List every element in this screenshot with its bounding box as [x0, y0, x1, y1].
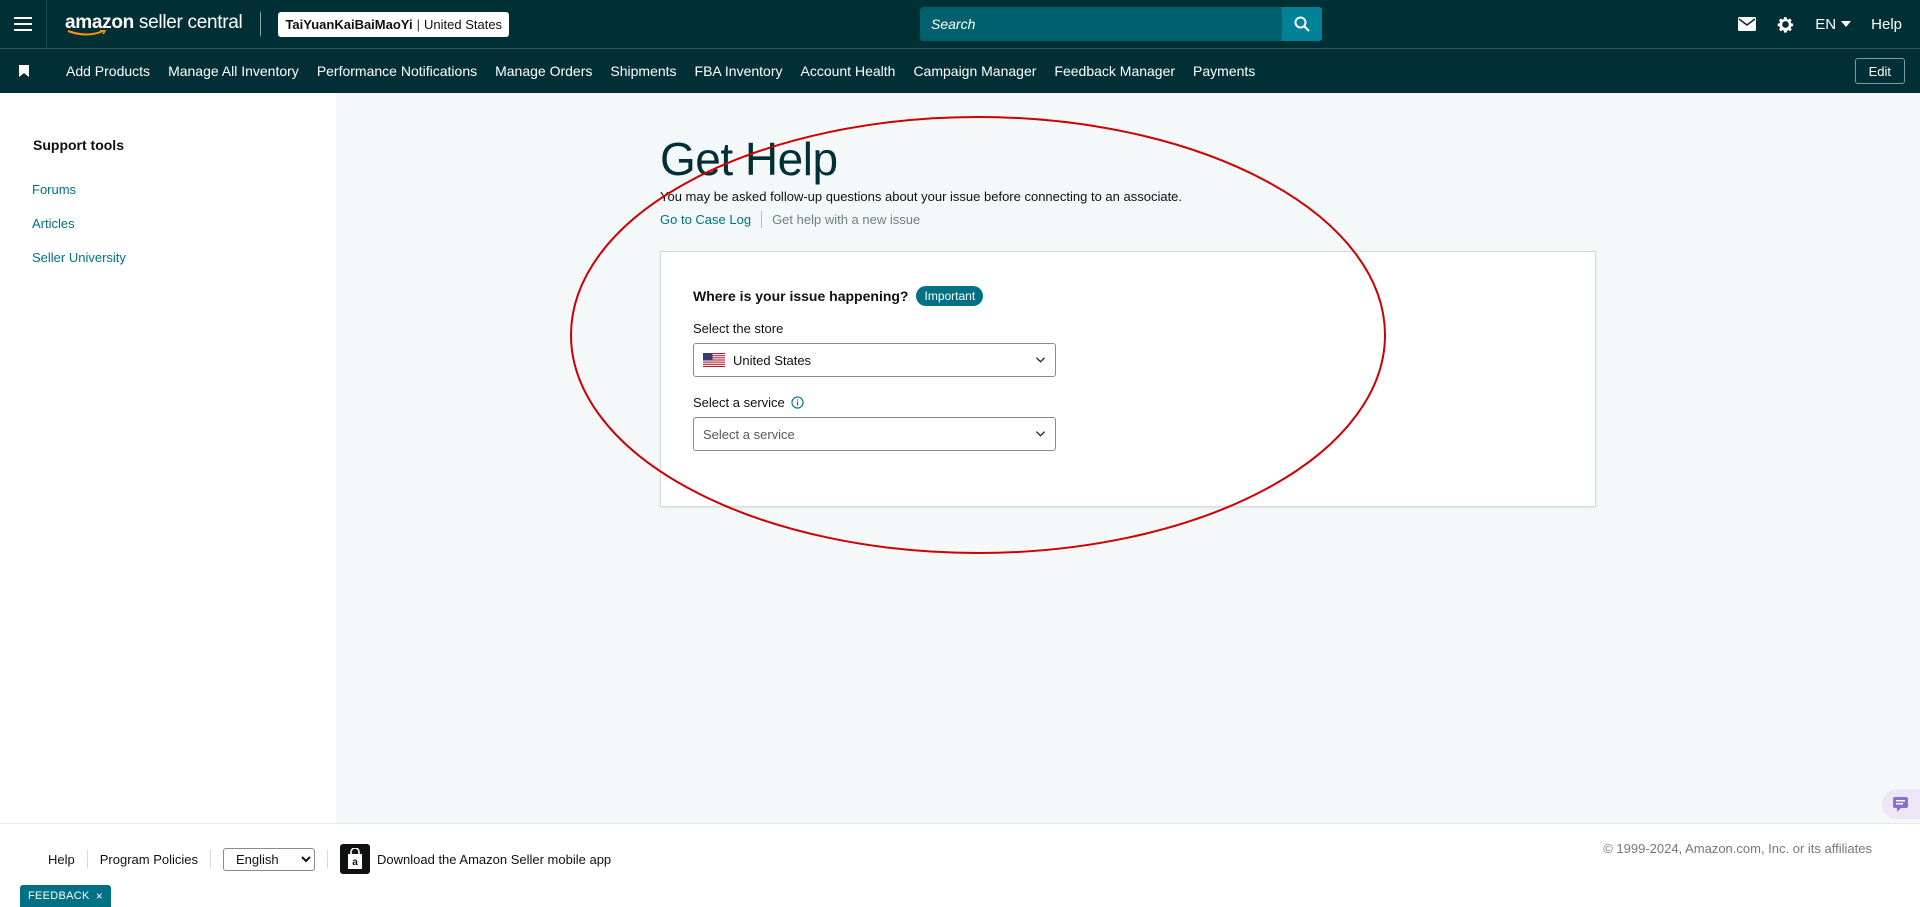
- support-tools-sidebar: Support tools Forums Articles Seller Uni…: [0, 93, 336, 823]
- bookmark-icon: [19, 65, 29, 77]
- nav-items: Add Products Manage All Inventory Perfor…: [66, 63, 1273, 79]
- nav-item-fba-inventory[interactable]: FBA Inventory: [695, 63, 783, 79]
- footer-divider: [327, 850, 329, 868]
- logo-product: seller central: [133, 11, 243, 33]
- footer-divider: [210, 850, 212, 868]
- store-select-value: United States: [733, 352, 812, 368]
- top-bar: amazon seller central TaiYuanKaiBaiMaoYi…: [0, 0, 1920, 48]
- chat-assistant-button[interactable]: [1882, 789, 1920, 819]
- feedback-close-icon[interactable]: ×: [96, 889, 103, 903]
- seller-central-logo[interactable]: amazon seller central: [65, 11, 243, 36]
- caret-down-icon: [1841, 21, 1852, 27]
- important-badge: Important: [916, 286, 984, 306]
- sidebar-link-seller-university[interactable]: Seller University: [32, 250, 126, 265]
- edit-nav-button[interactable]: Edit: [1854, 58, 1905, 84]
- header-divider: [260, 12, 262, 36]
- store-label: Select the store: [693, 321, 784, 336]
- link-divider: [761, 211, 763, 228]
- messages-button[interactable]: [1738, 17, 1757, 31]
- header-actions: EN Help: [1718, 0, 1902, 48]
- service-select-placeholder: Select a service: [703, 426, 795, 442]
- account-marketplace: United States: [424, 16, 503, 32]
- feedback-label: FEEDBACK: [28, 890, 90, 902]
- copyright-text: © 1999-2024, Amazon.com, Inc. or its aff…: [1603, 841, 1872, 856]
- account-name: TaiYuanKaiBaiMaoYi: [285, 16, 413, 32]
- nav-item-manage-orders[interactable]: Manage Orders: [495, 63, 592, 79]
- sidebar-title: Support tools: [33, 137, 124, 153]
- search-input[interactable]: [920, 7, 1282, 41]
- account-switcher[interactable]: TaiYuanKaiBaiMaoYi | United States: [278, 11, 510, 37]
- new-issue-link[interactable]: Get help with a new issue: [772, 212, 920, 227]
- nav-item-performance-notifications[interactable]: Performance Notifications: [317, 63, 477, 79]
- issue-location-card: Where is your issue happening? Important…: [660, 251, 1596, 507]
- download-app-link[interactable]: Download the Amazon Seller mobile app: [377, 852, 611, 867]
- footer-links: Help Program Policies English a Download…: [48, 844, 611, 874]
- settings-button[interactable]: [1776, 15, 1795, 34]
- help-link[interactable]: Help: [1871, 16, 1902, 33]
- page-title: Get Help: [660, 133, 838, 185]
- feedback-tab[interactable]: FEEDBACK ×: [20, 885, 112, 907]
- chevron-down-icon: [1035, 357, 1046, 363]
- chat-icon: [1893, 797, 1908, 812]
- page-subtitle: You may be asked follow-up questions abo…: [660, 189, 1183, 204]
- gear-icon: [1778, 16, 1794, 33]
- footer-help-link[interactable]: Help: [48, 852, 75, 867]
- service-select[interactable]: Select a service: [693, 417, 1056, 451]
- service-label-text: Select a service: [693, 395, 785, 410]
- sidebar-link-articles[interactable]: Articles: [32, 216, 75, 231]
- footer-divider: [86, 850, 88, 868]
- issue-question-text: Where is your issue happening?: [693, 288, 909, 304]
- nav-item-campaign-manager[interactable]: Campaign Manager: [913, 63, 1036, 79]
- case-log-link[interactable]: Go to Case Log: [660, 212, 751, 227]
- sidebar-link-forums[interactable]: Forums: [32, 182, 76, 197]
- hamburger-menu-button[interactable]: [0, 0, 47, 48]
- nav-bar: Add Products Manage All Inventory Perfor…: [0, 48, 1920, 93]
- footer-language-select[interactable]: English: [223, 847, 316, 871]
- menu-icon: [14, 17, 32, 31]
- footer-program-policies-link[interactable]: Program Policies: [100, 852, 198, 867]
- nav-item-payments[interactable]: Payments: [1193, 63, 1255, 79]
- nav-item-account-health[interactable]: Account Health: [800, 63, 895, 79]
- mail-icon: [1738, 17, 1757, 31]
- account-separator: |: [416, 16, 420, 32]
- chevron-down-icon: [1035, 431, 1046, 437]
- footer: Help Program Policies English a Download…: [0, 823, 1920, 907]
- nav-item-shipments[interactable]: Shipments: [610, 63, 676, 79]
- nav-item-manage-all-inventory[interactable]: Manage All Inventory: [168, 63, 299, 79]
- search-button[interactable]: [1282, 7, 1322, 41]
- language-code: EN: [1815, 15, 1837, 33]
- nav-item-feedback-manager[interactable]: Feedback Manager: [1054, 63, 1175, 79]
- amazon-app-icon[interactable]: a: [340, 844, 371, 874]
- svg-text:a: a: [352, 857, 358, 868]
- us-flag-icon: [703, 353, 725, 367]
- store-select[interactable]: United States: [693, 343, 1056, 377]
- language-selector[interactable]: EN: [1815, 15, 1852, 33]
- help-links-row: Go to Case Log Get help with a new issue: [660, 211, 920, 228]
- nav-item-add-products[interactable]: Add Products: [66, 63, 150, 79]
- issue-question: Where is your issue happening? Important: [693, 286, 984, 306]
- search-icon: [1294, 16, 1310, 32]
- service-label: Select a service: [693, 395, 804, 410]
- bookmark-button[interactable]: [0, 65, 48, 77]
- info-icon[interactable]: [791, 396, 804, 409]
- search-bar: [920, 7, 1322, 41]
- amazon-smile-icon: [67, 29, 107, 35]
